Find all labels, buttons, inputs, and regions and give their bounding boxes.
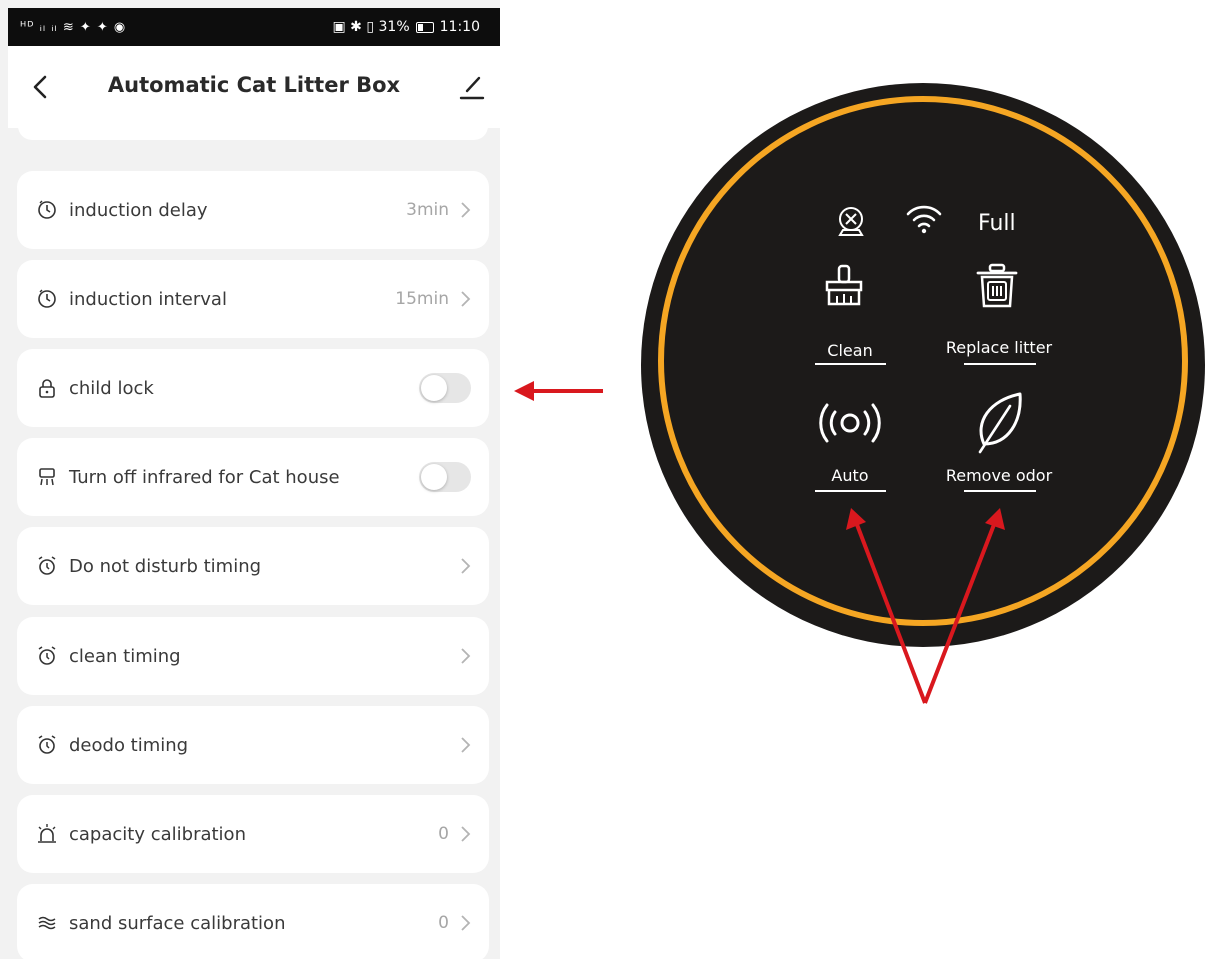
setting-value: 15min: [395, 289, 449, 309]
setting-label: child lock: [69, 377, 154, 399]
setting-row-child-lock: child lock: [17, 349, 489, 427]
control-panel: Full Clean Replace litter Auto Remove od…: [641, 83, 1205, 647]
alarm-clock-icon: [35, 554, 59, 578]
replace-litter-label: Replace litter: [946, 338, 1053, 357]
toggle-knob: [421, 375, 447, 401]
child-lock-toggle[interactable]: [419, 373, 471, 403]
status-bar-signal-icons: ᴴᴰ ᵢₗ ᵢₗ ≋ ✦ ✦ ◉: [20, 19, 127, 35]
chevron-right-icon: [461, 826, 471, 842]
chevron-right-icon: [461, 558, 471, 574]
setting-value: 0: [438, 824, 449, 844]
pencil-icon[interactable]: [459, 74, 485, 100]
setting-value: 0: [438, 913, 449, 933]
clean-label: Clean: [827, 341, 872, 360]
app-header: Automatic Cat Litter Box: [8, 46, 500, 128]
setting-value: 3min: [406, 200, 449, 220]
auto-label: Auto: [831, 466, 868, 485]
setting-label: Do not disturb timing: [69, 555, 262, 577]
child-lock-arrow: [514, 381, 603, 401]
setting-label: deodo timing: [69, 734, 189, 756]
chevron-right-icon: [461, 915, 471, 931]
status-bar-right: ▣ ✱ ▯ 31% 11:10: [333, 19, 481, 35]
setting-label: Turn off infrared for Cat house: [69, 466, 340, 488]
app-screenshot: ᴴᴰ ᵢₗ ᵢₗ ≋ ✦ ✦ ◉ ▣ ✱ ▯ 31% 11:10 Automat…: [0, 0, 500, 959]
waves-icon: [35, 911, 59, 935]
chevron-right-icon: [461, 202, 471, 218]
setting-row-induction-delay[interactable]: induction delay 3min: [17, 171, 489, 249]
setting-row-infrared: Turn off infrared for Cat house: [17, 438, 489, 516]
status-bar: ᴴᴰ ᵢₗ ᵢₗ ≋ ✦ ✦ ◉ ▣ ✱ ▯ 31% 11:10: [8, 8, 500, 46]
setting-row-do-not-disturb[interactable]: Do not disturb timing: [17, 527, 489, 605]
setting-row-sand-surface-calibration[interactable]: sand surface calibration 0: [17, 884, 489, 959]
setting-label: induction interval: [69, 288, 227, 310]
setting-label: clean timing: [69, 645, 181, 667]
infrared-toggle[interactable]: [419, 462, 471, 492]
chevron-right-icon: [461, 648, 471, 664]
chevron-right-icon: [461, 737, 471, 753]
alarm-clock-icon: [35, 644, 59, 668]
setting-row-deodo-timing[interactable]: deodo timing: [17, 706, 489, 784]
setting-row-induction-interval[interactable]: induction interval 15min: [17, 260, 489, 338]
setting-label: sand surface calibration: [69, 912, 286, 934]
full-label: Full: [978, 211, 1016, 236]
clock-icon: [35, 198, 59, 222]
previous-card-edge: [18, 118, 488, 140]
siren-icon: [35, 822, 59, 846]
lock-icon: [35, 376, 59, 400]
status-bar-indicators: ▣ ✱ ▯ 31%: [332, 19, 410, 35]
remove-odor-label: Remove odor: [946, 466, 1053, 485]
infrared-icon: [35, 465, 59, 489]
setting-label: induction delay: [69, 199, 208, 221]
setting-row-clean-timing[interactable]: clean timing: [17, 617, 489, 695]
clock-icon: [35, 287, 59, 311]
battery-icon: [415, 21, 434, 33]
panel-disc: [641, 83, 1205, 647]
chevron-right-icon: [461, 291, 471, 307]
status-bar-time: 11:10: [439, 19, 480, 35]
alarm-clock-icon: [35, 733, 59, 757]
setting-label: capacity calibration: [69, 823, 246, 845]
setting-row-capacity-calibration[interactable]: capacity calibration 0: [17, 795, 489, 873]
page-title: Automatic Cat Litter Box: [107, 73, 401, 97]
toggle-knob: [421, 464, 447, 490]
